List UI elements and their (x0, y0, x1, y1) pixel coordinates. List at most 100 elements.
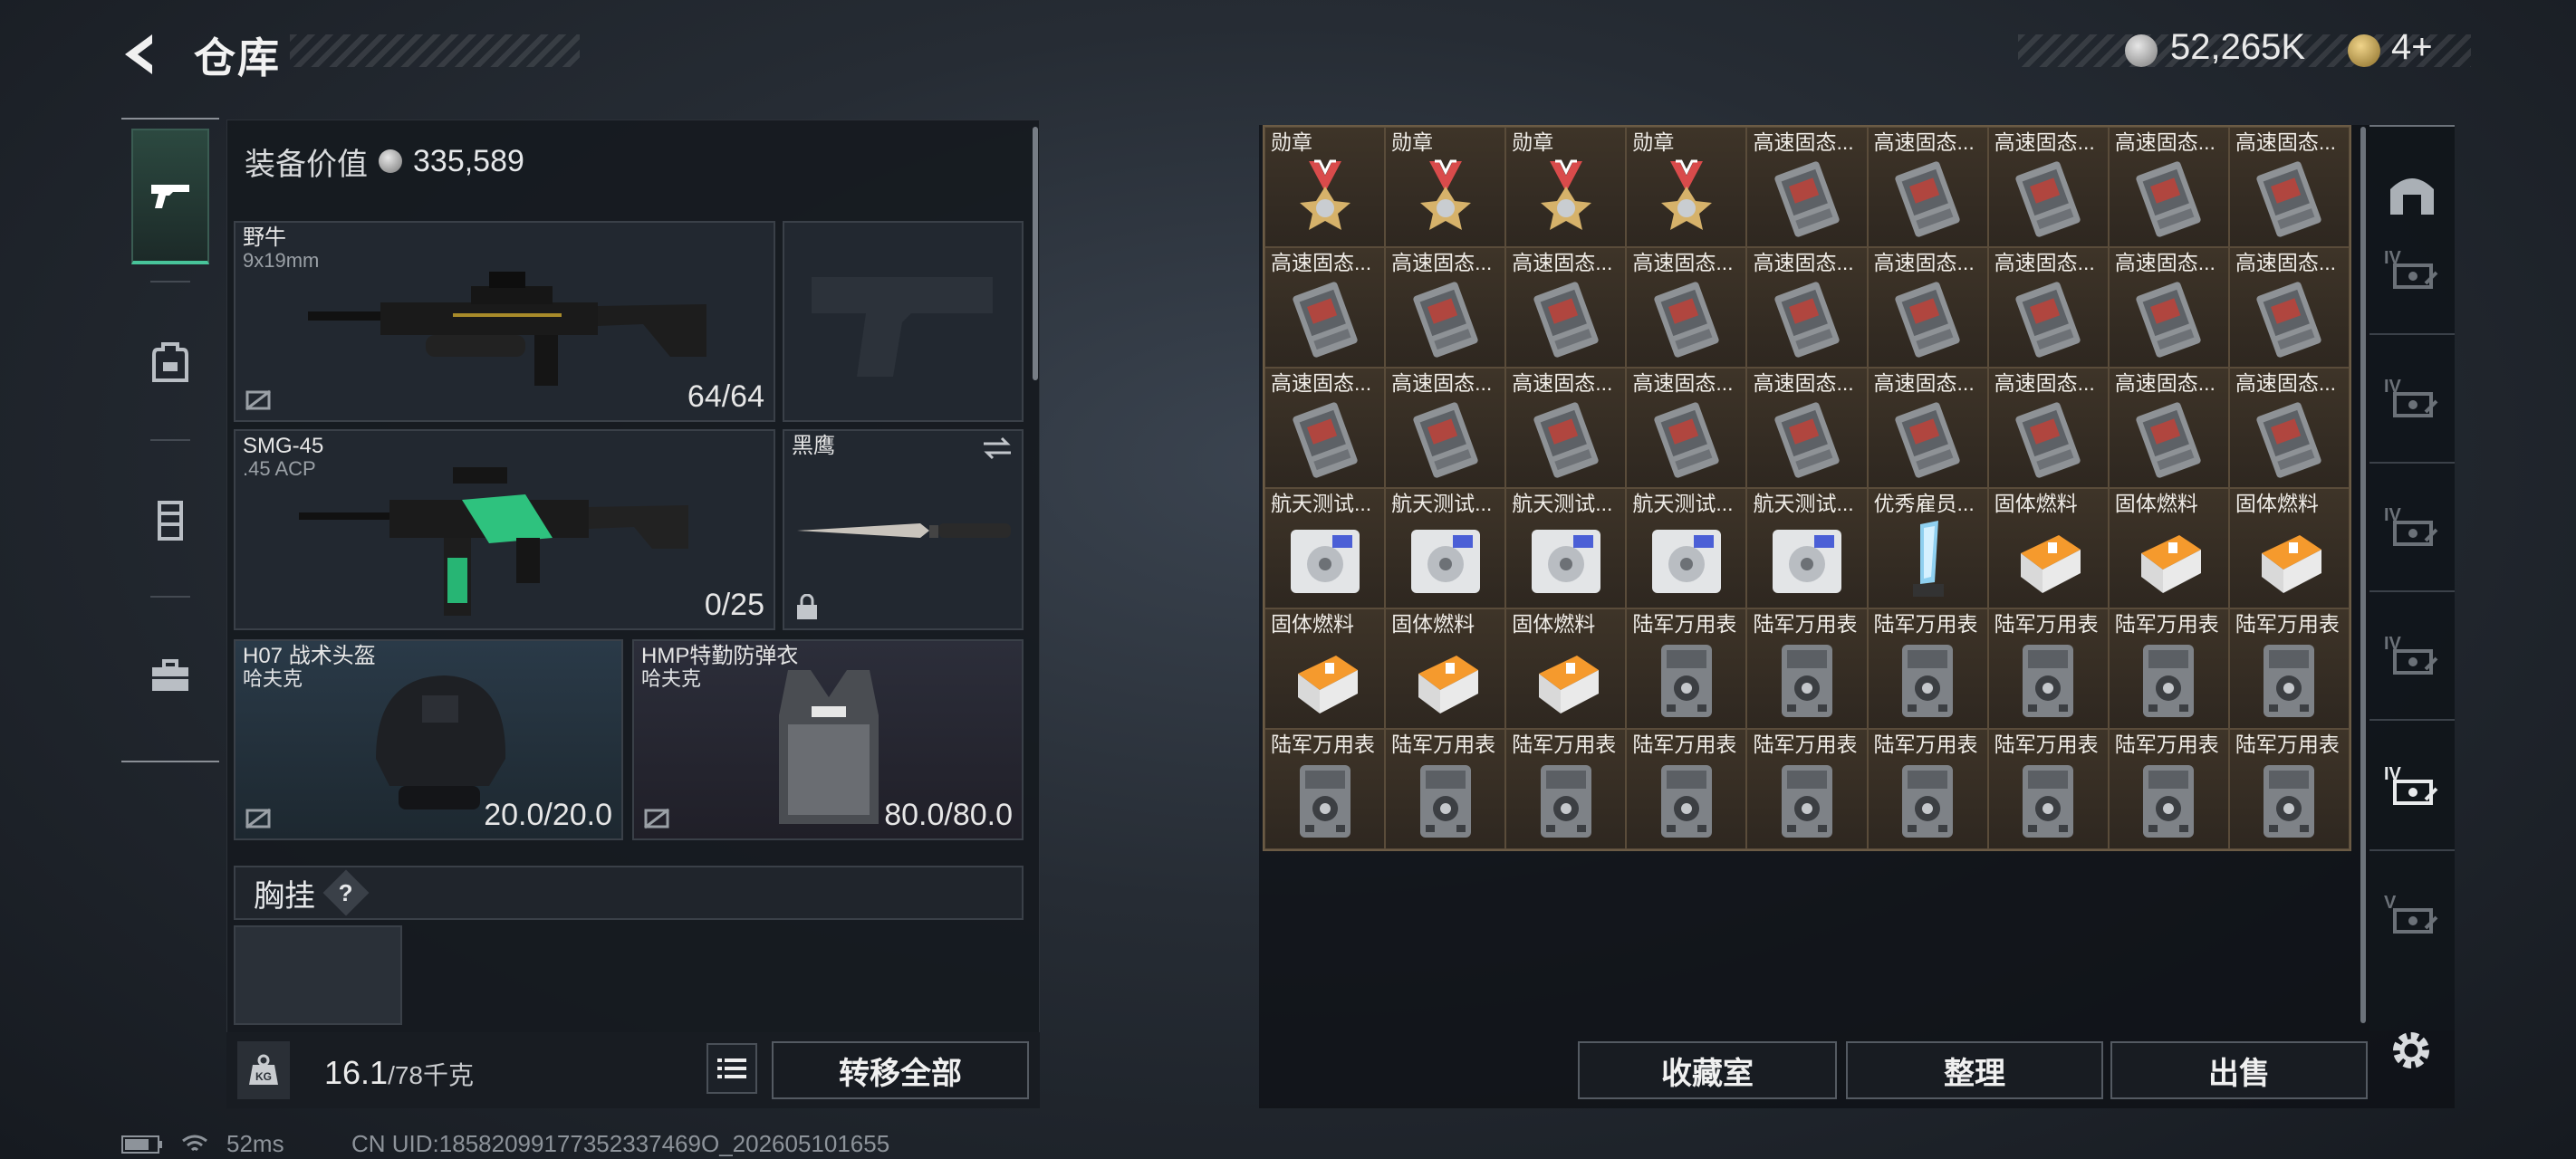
storage-tab-6[interactable]: V (2379, 882, 2446, 949)
storage-item[interactable]: 航天测试... (1264, 488, 1386, 608)
sort-button[interactable]: 整理 (1846, 1041, 2103, 1099)
tab-backpack[interactable] (131, 294, 209, 430)
storage-item[interactable]: 高速固态... (2108, 368, 2229, 488)
storage-item[interactable]: 陆军万用表 (1626, 729, 1747, 849)
melee-slot[interactable]: 黑鹰 (783, 429, 1024, 630)
item-name: 高速固态... (1994, 130, 2095, 154)
storage-item[interactable]: 固体燃料 (2108, 488, 2229, 608)
swap-icon[interactable] (980, 435, 1014, 462)
storage-item[interactable]: 陆军万用表 (1867, 608, 1988, 729)
tab-weapons[interactable] (131, 129, 209, 264)
storage-item[interactable]: 陆军万用表 (1746, 729, 1868, 849)
sidearm-slot-empty[interactable] (783, 221, 1024, 422)
storage-item[interactable]: 高速固态... (1264, 247, 1386, 368)
ssd-icon (2004, 397, 2091, 484)
storage-item[interactable]: 固体燃料 (1264, 608, 1386, 729)
storage-item[interactable]: 高速固态... (1987, 247, 2109, 368)
transfer-all-button[interactable]: 转移全部 (772, 1041, 1029, 1099)
storage-item[interactable]: 高速固态... (1867, 127, 1988, 247)
storage-item[interactable]: 航天测试... (1626, 488, 1747, 608)
storage-item[interactable]: 陆军万用表 (2108, 729, 2229, 849)
storage-item[interactable]: 勋章 (1505, 127, 1627, 247)
storage-item[interactable]: 陆军万用表 (1385, 729, 1506, 849)
storage-item[interactable]: 高速固态... (1987, 368, 2109, 488)
storage-item[interactable]: 固体燃料 (2228, 488, 2350, 608)
storage-item[interactable]: 高速固态... (1987, 127, 2109, 247)
storage-item[interactable]: 固体燃料 (1505, 608, 1627, 729)
storage-case-icon: IV (2384, 248, 2438, 289)
storage-item[interactable]: 优秀雇员... (1867, 488, 1988, 608)
storage-item[interactable]: 高速固态... (1385, 247, 1506, 368)
primary-weapon-slot[interactable]: 野牛 9x19mm 64/64 (234, 221, 775, 422)
collection-room-button[interactable]: 收藏室 (1578, 1041, 1837, 1099)
list-view-button[interactable] (706, 1043, 757, 1094)
storage-item[interactable]: 高速固态... (2228, 368, 2350, 488)
back-button[interactable] (116, 27, 170, 81)
storage-item[interactable]: 固体燃料 (1987, 488, 2109, 608)
armor-slot[interactable]: HMP特勤防弹衣 哈夫克 80.0/80.0 (632, 639, 1024, 840)
item-name: 陆军万用表 (1873, 733, 1978, 756)
storage-item[interactable]: 高速固态... (1746, 368, 1868, 488)
knife-image (797, 523, 1011, 538)
storage-item[interactable]: 高速固态... (1385, 368, 1506, 488)
storage-item[interactable]: 陆军万用表 (1746, 608, 1868, 729)
storage-item[interactable]: 航天测试... (1505, 488, 1627, 608)
storage-item[interactable]: 高速固态... (1626, 247, 1747, 368)
storage-tab-4[interactable]: IV (2379, 623, 2446, 690)
storage-scrollbar[interactable] (2360, 127, 2366, 1023)
storage-item[interactable]: 高速固态... (2108, 127, 2229, 247)
tab-case[interactable] (131, 608, 209, 744)
storage-item[interactable]: 高速固态... (1505, 368, 1627, 488)
storage-item[interactable]: 高速固态... (1867, 247, 1988, 368)
nav-separator (150, 439, 190, 441)
storage-tab-2[interactable]: IV (2379, 366, 2446, 433)
storage-item[interactable]: 陆军万用表 (1626, 608, 1747, 729)
storage-item[interactable]: 高速固态... (1626, 368, 1747, 488)
storage-item[interactable]: 高速固态... (1746, 247, 1868, 368)
item-name: 陆军万用表 (2114, 612, 2219, 636)
storage-item[interactable]: 固体燃料 (1385, 608, 1506, 729)
helmet-slot[interactable]: H07 战术头盔 哈夫克 20.0/20.0 (234, 639, 623, 840)
tab-warehouse-home[interactable] (2379, 159, 2446, 226)
storage-item[interactable]: 高速固态... (1264, 368, 1386, 488)
storage-item[interactable]: 高速固态... (2108, 247, 2229, 368)
smg-image (299, 467, 688, 616)
storage-item[interactable]: 陆军万用表 (1505, 729, 1627, 849)
storage-item[interactable]: 航天测试... (1746, 488, 1868, 608)
storage-tab-5[interactable]: IV (2379, 753, 2446, 820)
storage-item[interactable]: 陆军万用表 (2108, 608, 2229, 729)
sell-button[interactable]: 出售 (2110, 1041, 2368, 1099)
storage-item[interactable]: 陆军万用表 (2228, 729, 2350, 849)
secondary-weapon-slot[interactable]: SMG-45 .45 ACP 0/25 (234, 429, 775, 630)
chest-rig-slot[interactable] (234, 925, 402, 1025)
storage-item[interactable]: 高速固态... (1505, 247, 1627, 368)
fuel-icon (2004, 517, 2091, 604)
tab-vest[interactable] (131, 453, 209, 589)
item-name: 高速固态... (1391, 371, 1493, 395)
storage-item[interactable]: 高速固态... (1746, 127, 1868, 247)
nav-separator (150, 596, 190, 598)
storage-item[interactable]: 勋章 (1385, 127, 1506, 247)
drive-icon (1282, 517, 1369, 604)
storage-item[interactable]: 高速固态... (2228, 127, 2350, 247)
storage-item[interactable]: 陆军万用表 (1264, 729, 1386, 849)
storage-item[interactable]: 高速固态... (1867, 368, 1988, 488)
meter-icon (2125, 637, 2212, 724)
token-amount[interactable]: 4+ (2391, 27, 2433, 68)
storage-item[interactable]: 勋章 (1626, 127, 1747, 247)
equipment-scrollbar[interactable] (1033, 127, 1038, 380)
storage-tab-3[interactable]: IV (2379, 494, 2446, 561)
storage-item[interactable]: 陆军万用表 (1987, 729, 2109, 849)
help-icon[interactable]: ? (322, 869, 370, 916)
storage-tab-1[interactable]: IV (2379, 237, 2446, 304)
storage-item[interactable]: 陆军万用表 (2228, 608, 2350, 729)
storage-item[interactable]: 高速固态... (2228, 247, 2350, 368)
item-name: 固体燃料 (2235, 492, 2319, 515)
storage-item[interactable]: 陆军万用表 (1987, 608, 2109, 729)
storage-item[interactable]: 勋章 (1264, 127, 1386, 247)
settings-gear-icon[interactable] (2384, 1023, 2438, 1078)
ssd-icon (1643, 276, 1730, 363)
item-name: 固体燃料 (1994, 492, 2078, 515)
storage-item[interactable]: 航天测试... (1385, 488, 1506, 608)
storage-item[interactable]: 陆军万用表 (1867, 729, 1988, 849)
